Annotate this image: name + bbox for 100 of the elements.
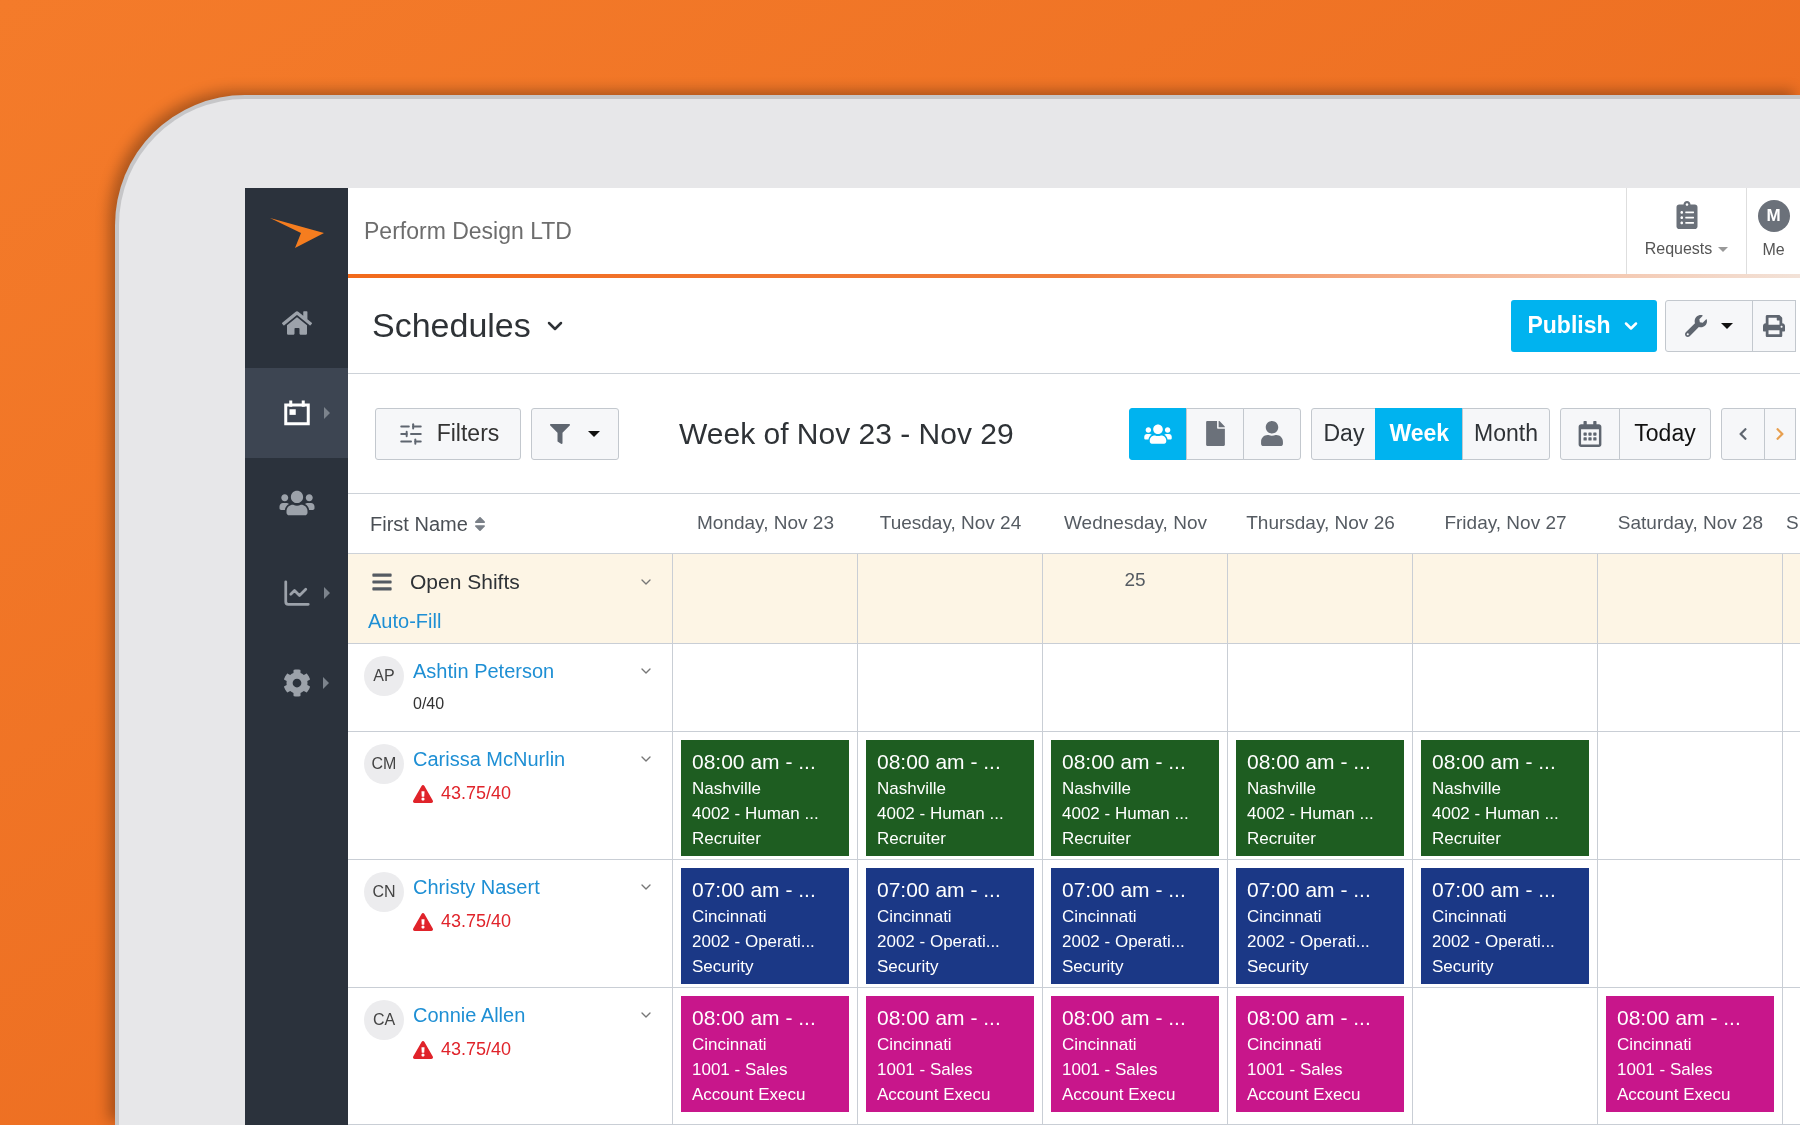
shift-location: Cincinnati: [1432, 906, 1508, 928]
funnel-icon: [550, 423, 570, 444]
view-toggle[interactable]: [1243, 407, 1302, 460]
shift-card[interactable]: 07:00 am - ... Cincinnati 2002 - Operati... Security: [1236, 868, 1404, 984]
shift-department: 1001 - Sales: [692, 1059, 789, 1081]
shift-location: Nashville: [1062, 778, 1132, 800]
employee-name-link[interactable]: Christy Nasert: [413, 872, 540, 902]
shift-card[interactable]: 08:00 am - ... Nashville 4002 - Human ... Recruiter: [681, 740, 849, 856]
page-title-menu[interactable]: Schedules: [372, 300, 567, 351]
nav-item[interactable]: [245, 368, 348, 458]
chevron-left-icon: [1738, 426, 1748, 441]
shift-card[interactable]: 08:00 am - ... Nashville 4002 - Human ... Recruiter: [1236, 740, 1404, 856]
warning-icon: [413, 784, 433, 803]
today-button[interactable]: Today: [1619, 407, 1711, 460]
scheduled-hours: 43.75/40: [441, 782, 512, 805]
shift-time: 08:00 am - ...: [1247, 749, 1372, 775]
filter-menu-button[interactable]: [531, 407, 619, 460]
shift-position: Recruiter: [1062, 828, 1132, 850]
shift-position: Security: [692, 956, 755, 978]
shift-department: 1001 - Sales: [877, 1059, 974, 1081]
view-toggle[interactable]: [1129, 407, 1188, 460]
shift-position: Account Execu: [1617, 1084, 1732, 1106]
warning-icon: [413, 912, 433, 931]
shift-time: 08:00 am - ...: [692, 749, 817, 775]
sort-icon: [473, 514, 486, 533]
caret-icon: [588, 430, 600, 437]
shift-card[interactable]: 07:00 am - ... Cincinnati 2002 - Operati... Security: [1051, 868, 1219, 984]
shift-department: 2002 - Operati...: [1432, 931, 1556, 953]
shift-position: Security: [1247, 956, 1310, 978]
avatar: CA: [364, 1000, 404, 1040]
shift-time: 08:00 am - ...: [877, 1005, 1002, 1031]
shift-department: 1001 - Sales: [1062, 1059, 1159, 1081]
calendar-button[interactable]: [1560, 407, 1620, 460]
range-tab[interactable]: Day: [1311, 407, 1377, 460]
shift-card[interactable]: 08:00 am - ... Nashville 4002 - Human ... Recruiter: [1051, 740, 1219, 856]
shift-time: 08:00 am - ...: [1432, 749, 1557, 775]
shift-position: Recruiter: [877, 828, 947, 850]
day-header: Friday, Nov 27: [1444, 511, 1567, 536]
shift-card[interactable]: 08:00 am - ... Cincinnati 1001 - Sales Account Execu: [1606, 996, 1774, 1112]
shift-location: Cincinnati: [692, 1034, 768, 1056]
settings-icon: [282, 669, 311, 697]
shift-position: Account Execu: [877, 1084, 992, 1106]
day-header: Wednesday, Nov: [1064, 511, 1207, 536]
day-header: Monday, Nov 23: [697, 511, 834, 536]
shift-location: Cincinnati: [1247, 1034, 1323, 1056]
shift-card[interactable]: 07:00 am - ... Cincinnati 2002 - Operati... Security: [1421, 868, 1589, 984]
calendar-icon: [281, 398, 312, 428]
range-tab[interactable]: Month: [1462, 407, 1550, 460]
day-header: S: [1786, 511, 1799, 536]
shift-position: Account Execu: [692, 1084, 807, 1106]
shift-location: Cincinnati: [1062, 906, 1138, 928]
shift-card[interactable]: 08:00 am - ... Nashville 4002 - Human ... Recruiter: [866, 740, 1034, 856]
shift-location: Nashville: [877, 778, 947, 800]
shift-department: 2002 - Operati...: [877, 931, 1001, 953]
employee-name-link[interactable]: Carissa McNurlin: [413, 744, 566, 774]
shift-position: Recruiter: [1247, 828, 1317, 850]
filters-button[interactable]: Filters: [375, 407, 521, 460]
employee-name-link[interactable]: Ashtin Peterson: [413, 656, 555, 686]
shift-position: Recruiter: [1432, 828, 1502, 850]
shift-position: Account Execu: [1247, 1084, 1362, 1106]
shift-card[interactable]: 08:00 am - ... Cincinnati 1001 - Sales Account Execu: [1236, 996, 1404, 1112]
shift-time: 08:00 am - ...: [877, 749, 1002, 775]
shift-time: 07:00 am - ...: [1062, 877, 1187, 903]
shift-position: Security: [1432, 956, 1495, 978]
day-header: 25: [1124, 568, 1146, 592]
day-header: Thursday, Nov 26: [1246, 511, 1395, 536]
shift-department: 1001 - Sales: [1617, 1059, 1714, 1081]
tools-menu-button[interactable]: [1665, 299, 1753, 352]
users-icon: [277, 489, 316, 517]
user-avatar: M: [1757, 200, 1790, 232]
avatar: AP: [364, 656, 404, 696]
logo-icon: [269, 218, 324, 248]
shift-location: Cincinnati: [1062, 1034, 1138, 1056]
shift-department: 4002 - Human ...: [877, 803, 1005, 825]
employee-name-link[interactable]: Connie Allen: [413, 1000, 526, 1030]
shift-time: 07:00 am - ...: [692, 877, 817, 903]
printer-icon: [1763, 314, 1785, 337]
shift-location: Cincinnati: [1617, 1034, 1693, 1056]
print-button[interactable]: [1752, 299, 1796, 352]
wrench-icon: [1685, 314, 1707, 337]
shift-department: 2002 - Operati...: [692, 931, 816, 953]
view-toggle[interactable]: [1186, 407, 1245, 460]
week-title: Week of Nov 23 - Nov 29: [679, 416, 1014, 452]
home-icon: [281, 309, 312, 337]
shift-card[interactable]: 08:00 am - ... Nashville 4002 - Human ... Recruiter: [1421, 740, 1589, 856]
shift-card[interactable]: 07:00 am - ... Cincinnati 2002 - Operati... Security: [681, 868, 849, 984]
shift-card[interactable]: 07:00 am - ... Cincinnati 2002 - Operati... Security: [866, 868, 1034, 984]
shift-position: Security: [1062, 956, 1125, 978]
shift-card[interactable]: 08:00 am - ... Cincinnati 1001 - Sales Account Execu: [681, 996, 849, 1112]
open-shifts-label: Open Shifts: [410, 569, 520, 595]
shift-department: 4002 - Human ...: [1432, 803, 1560, 825]
shift-department: 4002 - Human ...: [1062, 803, 1190, 825]
scheduled-hours: 0/40: [413, 694, 445, 714]
shift-card[interactable]: 08:00 am - ... Cincinnati 1001 - Sales Account Execu: [1051, 996, 1219, 1112]
sort-column-header[interactable]: First Name: [370, 508, 486, 539]
user-menu[interactable]: M Me: [1746, 188, 1800, 274]
shift-department: 4002 - Human ...: [692, 803, 820, 825]
scheduled-hours: 43.75/40: [441, 910, 512, 933]
shift-time: 07:00 am - ...: [1247, 877, 1372, 903]
shift-card[interactable]: 08:00 am - ... Cincinnati 1001 - Sales Account Execu: [866, 996, 1034, 1112]
